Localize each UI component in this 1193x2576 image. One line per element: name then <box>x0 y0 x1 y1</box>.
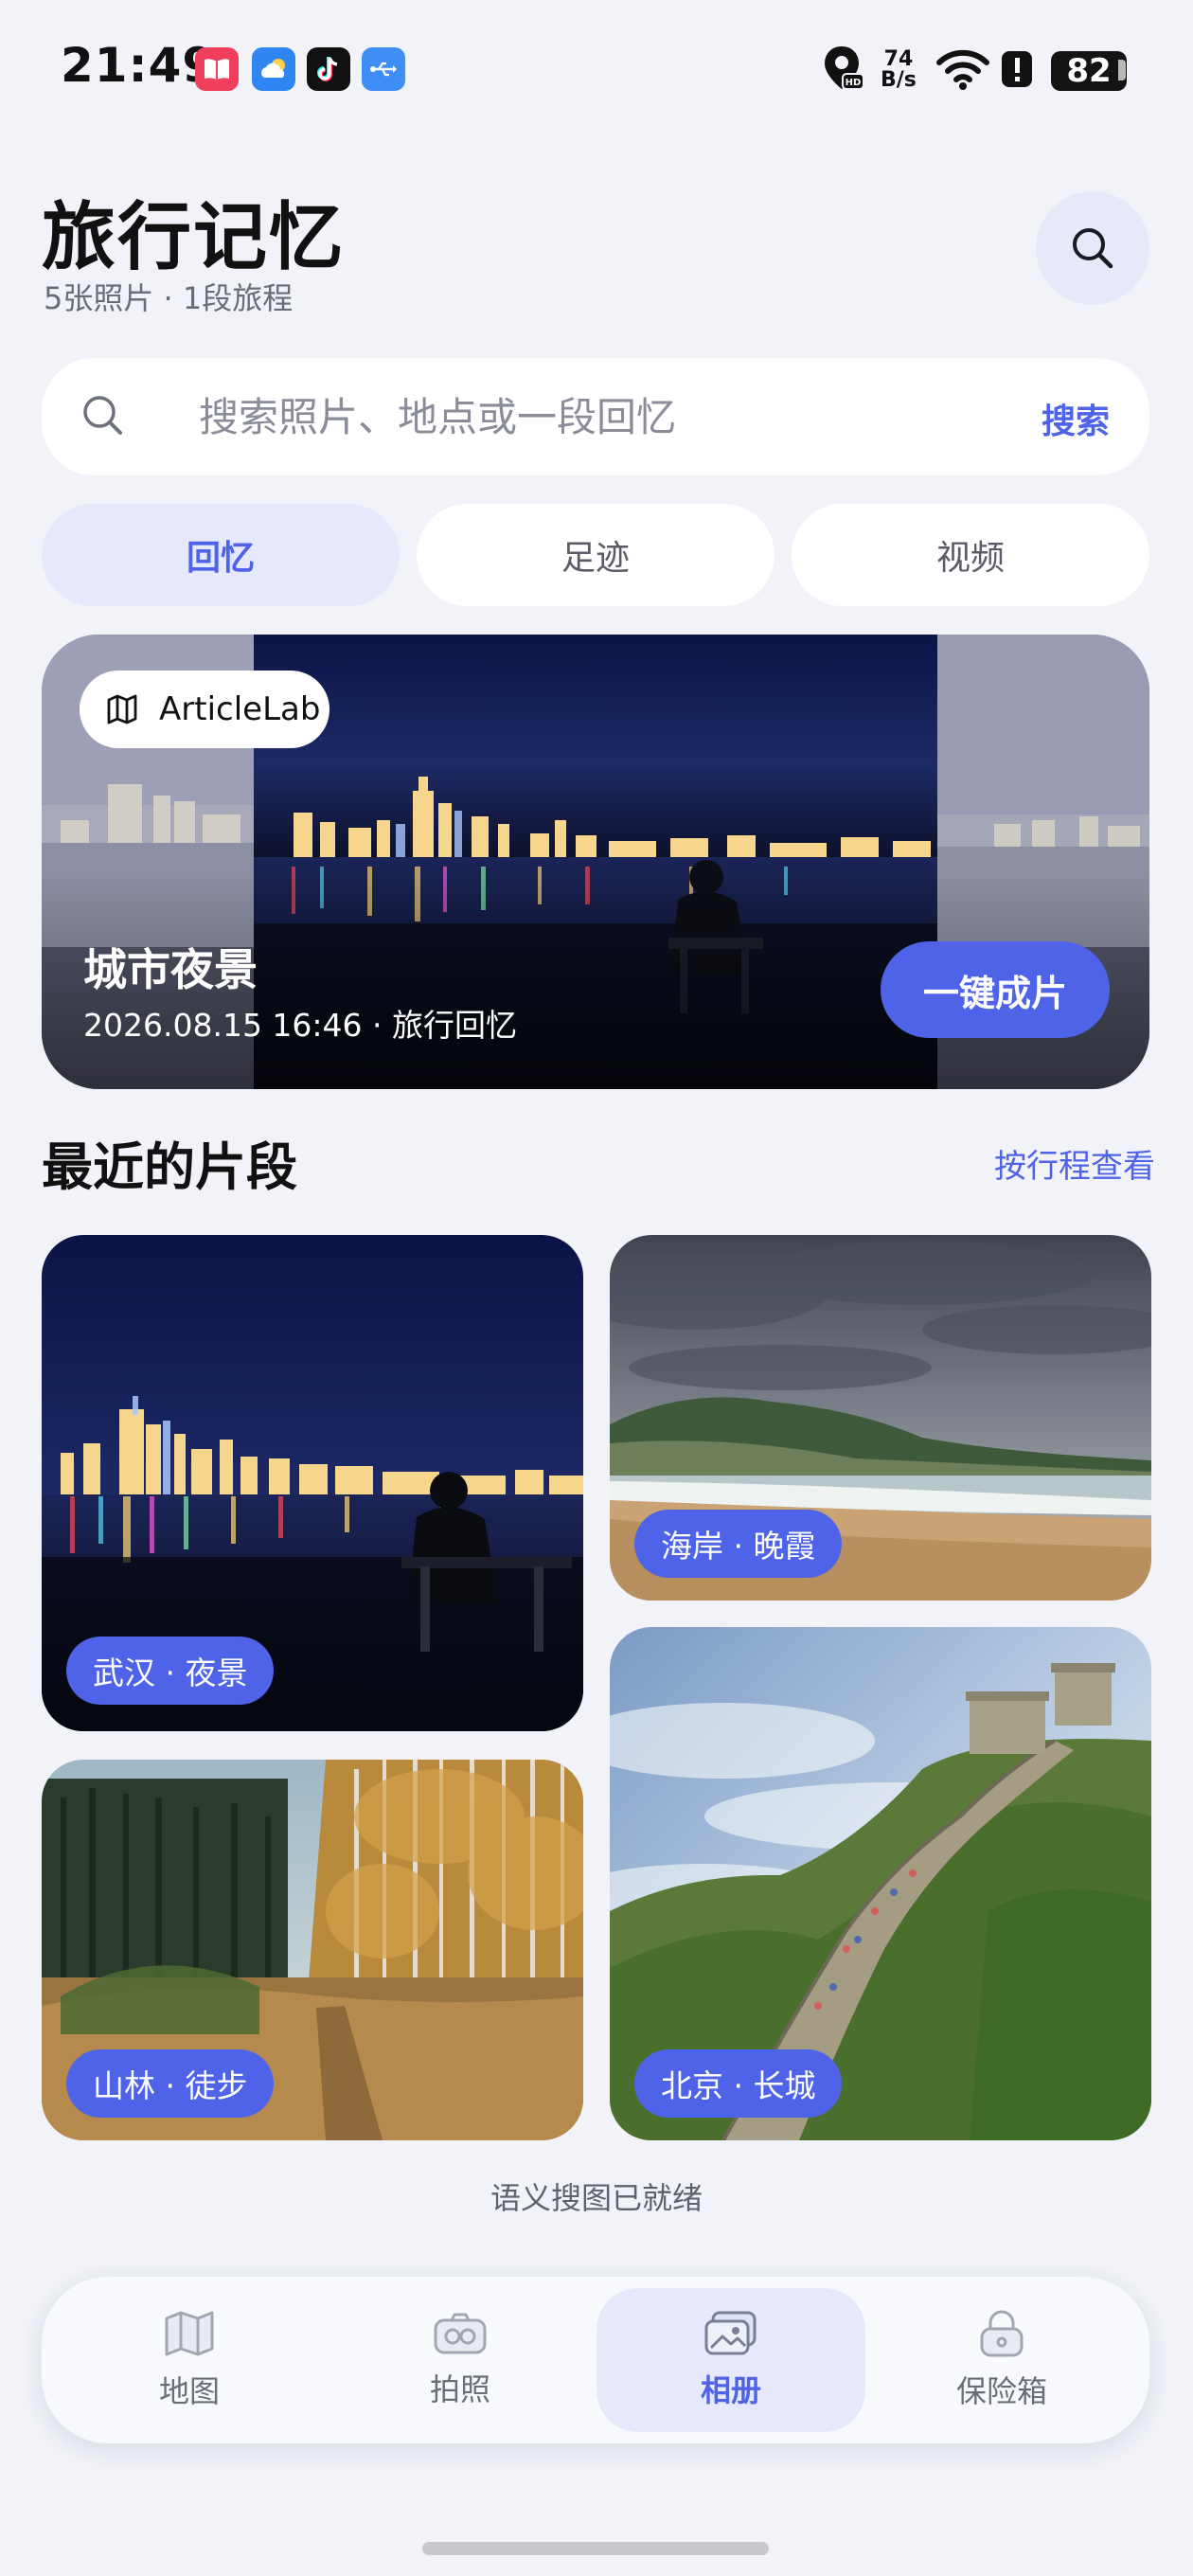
nav-label-camera: 拍照 <box>429 2371 490 2407</box>
network-speed: 74 B/s <box>881 47 917 92</box>
hero-tag[interactable]: ArticleLab <box>80 671 329 748</box>
list-item[interactable]: 山林 · 徒步 <box>42 1760 583 2140</box>
nav-label-gallery: 相册 <box>700 2372 761 2408</box>
hero-meta: 2026.08.15 16:46 · 旅行回忆 <box>83 1007 518 1044</box>
usb-icon <box>362 47 405 91</box>
search-submit-button[interactable]: 搜索 <box>1042 394 1110 443</box>
reader-app-icon <box>195 47 239 91</box>
gallery-icon <box>704 2311 757 2355</box>
lock-icon <box>980 2310 1024 2357</box>
one-click-video-button[interactable]: 一键成片 <box>881 941 1110 1038</box>
page-subtitle: 5张照片 · 1段旅程 <box>44 280 294 316</box>
search-bar-icon <box>80 392 127 443</box>
header-search-button[interactable] <box>1036 191 1149 305</box>
tab-memories[interactable]: 回忆 <box>42 504 400 606</box>
tab-footprints[interactable]: 足迹 <box>417 504 775 606</box>
search-icon <box>1073 228 1113 269</box>
hero-tag-label: ArticleLab <box>159 690 321 728</box>
page-title: 旅行记忆 <box>42 195 346 280</box>
photo-chip: 海岸 · 晚霞 <box>634 1510 843 1578</box>
view-by-trip-link[interactable]: 按行程查看 <box>994 1140 1155 1187</box>
list-item[interactable]: 武汉 · 夜景 <box>42 1235 583 1731</box>
battery-indicator: 82 <box>1051 51 1127 91</box>
camera-icon <box>434 2313 487 2354</box>
nav-item-vault[interactable]: 保险箱 <box>867 2288 1136 2432</box>
tiktok-app-icon <box>307 47 350 91</box>
list-item[interactable]: 北京 · 长城 <box>610 1627 1151 2140</box>
nav-item-gallery[interactable]: 相册 <box>596 2288 865 2432</box>
tab-videos[interactable]: 视频 <box>792 504 1149 606</box>
location-hd-icon: HD <box>822 44 865 98</box>
search-input[interactable] <box>197 383 958 451</box>
map-icon <box>107 694 137 724</box>
search-ready-note: 语义搜图已就绪 <box>490 2180 703 2216</box>
home-indicator[interactable] <box>422 2542 769 2555</box>
photo-chip: 武汉 · 夜景 <box>66 1637 275 1705</box>
photo-chip: 山林 · 徒步 <box>66 2049 275 2118</box>
nav-item-camera[interactable]: 拍照 <box>326 2288 595 2432</box>
battery-tip <box>1118 60 1126 80</box>
nav-label-vault: 保险箱 <box>955 2373 1047 2409</box>
list-item[interactable]: 海岸 · 晚霞 <box>610 1235 1151 1601</box>
nav-item-map[interactable]: 地图 <box>55 2288 324 2432</box>
photo-chip: 北京 · 长城 <box>634 2049 843 2118</box>
status-time: 21:49 <box>61 38 217 93</box>
section-title: 最近的片段 <box>42 1137 297 1197</box>
weather-app-icon <box>252 47 295 91</box>
alert-icon <box>1000 49 1034 93</box>
svg-text:HD: HD <box>846 78 862 88</box>
wifi-icon <box>935 47 990 95</box>
hero-title: 城市夜景 <box>83 944 258 995</box>
map-icon <box>165 2311 214 2356</box>
nav-label-map: 地图 <box>158 2373 220 2409</box>
